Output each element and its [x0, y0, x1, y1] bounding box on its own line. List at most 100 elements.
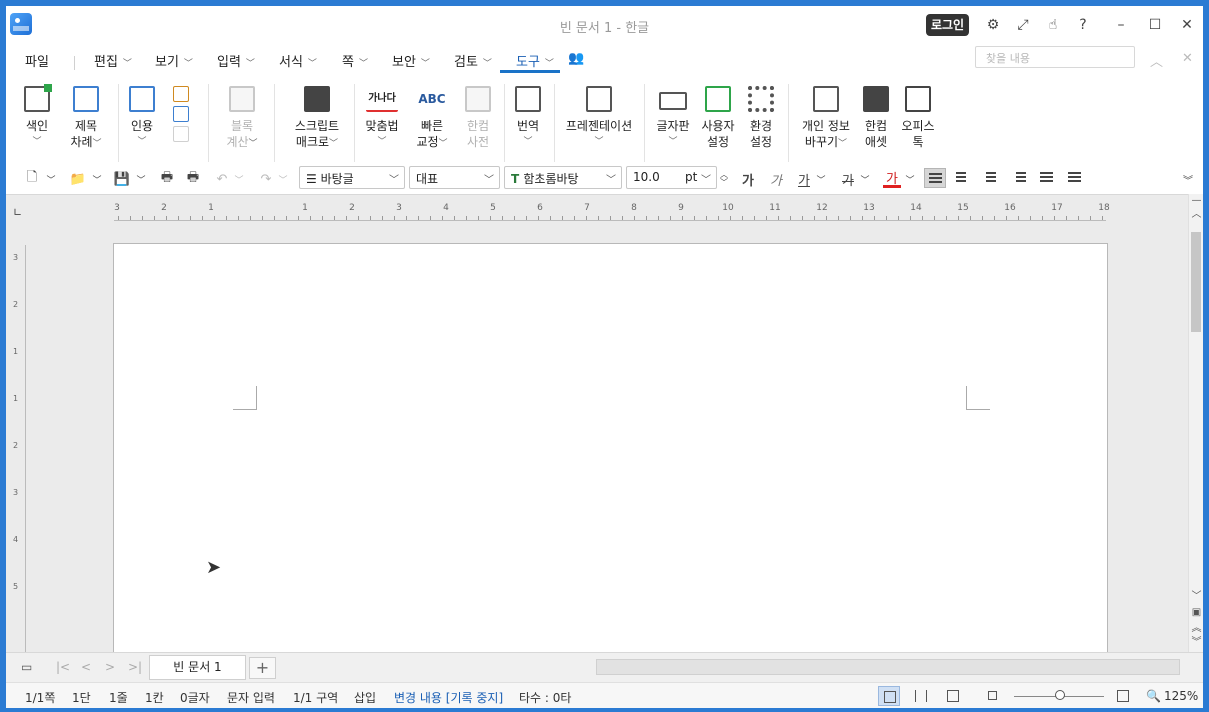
spellcheck-button[interactable]: 가나다 맞춤법 ﹀: [362, 86, 402, 150]
memo-icon[interactable]: ▭: [21, 660, 32, 674]
ribbon-close-icon[interactable]: ✕: [1182, 51, 1193, 66]
status-track-changes[interactable]: 변경 내용 [기록 중지]: [394, 689, 503, 706]
quick-correct-button[interactable]: ABC 빠른 교정﹀: [412, 86, 452, 152]
underline-dropdown-icon[interactable]: ﹀: [816, 170, 826, 188]
minimize-icon[interactable]: –: [1110, 14, 1132, 36]
menu-edit[interactable]: 편집 ﹀: [94, 51, 132, 70]
user-settings-button[interactable]: 사용자 설정: [700, 86, 736, 150]
new-dropdown-icon[interactable]: ﹀: [46, 170, 56, 188]
font-select[interactable]: T 함초롬바탕 ﹀: [504, 166, 622, 189]
index-button[interactable]: 색인 ﹀: [22, 84, 52, 150]
align-distribute-button[interactable]: [1036, 168, 1058, 188]
prev-page-icon[interactable]: ︽: [1189, 622, 1203, 636]
citation-button[interactable]: 인용 ﹀: [128, 86, 156, 150]
italic-button[interactable]: 가: [768, 170, 784, 189]
horizontal-ruler[interactable]: 3 2 1 1 2 3 4 5 6 7 8 9 10 11 12 13 14 15 16 17 18: [114, 203, 1110, 221]
next-page-icon[interactable]: ︾: [1189, 636, 1203, 650]
font-size-stepper[interactable]: ︿ ﹀: [718, 170, 730, 188]
view-full-button[interactable]: [942, 686, 964, 706]
login-button[interactable]: 로그인: [926, 14, 969, 36]
scroll-up-icon[interactable]: ︿: [1189, 208, 1203, 222]
keyboard-button[interactable]: 글자판 ﹀: [654, 86, 692, 150]
new-document-icon[interactable]: 🗋: [24, 170, 40, 188]
horizontal-scrollbar[interactable]: [596, 659, 1180, 675]
next-tab-icon[interactable]: >: [105, 660, 115, 674]
strikethrough-dropdown-icon[interactable]: ﹀: [860, 170, 870, 188]
fullscreen-expand-icon[interactable]: ⤢: [1012, 14, 1034, 36]
undo-icon[interactable]: ↶: [214, 170, 230, 188]
close-icon[interactable]: ✕: [1176, 14, 1198, 36]
font-color-button[interactable]: 가: [883, 170, 901, 188]
redo-icon[interactable]: ↷: [258, 170, 274, 188]
open-folder-icon[interactable]: 📁: [68, 170, 88, 188]
menu-view[interactable]: 보기 ﹀: [155, 51, 193, 70]
ruler-corner-icon[interactable]: ∟: [13, 206, 22, 219]
page-view-icon[interactable]: ▣: [1189, 606, 1203, 620]
citation-tools[interactable]: [164, 86, 198, 148]
view-page-button[interactable]: [878, 686, 900, 706]
vertical-scrollbar[interactable]: — ︿ ﹀ ▣ ︽ ︾: [1188, 194, 1203, 652]
scroll-down-icon[interactable]: ﹀: [1189, 590, 1203, 604]
share-people-icon[interactable]: 👥: [568, 51, 584, 66]
maximize-icon[interactable]: ☐: [1144, 14, 1166, 36]
menu-security[interactable]: 보안 ﹀: [392, 51, 430, 70]
ribbon-collapse-icon[interactable]: ︿: [1150, 51, 1163, 70]
menu-file[interactable]: 파일: [25, 51, 49, 70]
preferences-button[interactable]: 환경 설정: [744, 86, 778, 150]
find-input[interactable]: 찾을 내용: [975, 46, 1135, 68]
status-insert-mode[interactable]: 삽입: [354, 689, 376, 706]
menu-page[interactable]: 쪽 ﹀: [342, 51, 368, 70]
font-size-input[interactable]: 10.0 pt ﹀: [626, 166, 717, 189]
status-page[interactable]: 1/1쪽: [25, 689, 55, 706]
print-preview-icon[interactable]: 🖶: [184, 170, 202, 188]
touch-hand-icon[interactable]: ☝: [1042, 14, 1064, 36]
dictionary-button[interactable]: 한컴 사전: [460, 86, 496, 150]
menu-format[interactable]: 서식 ﹀: [279, 51, 317, 70]
style-select[interactable]: ☰ 바탕글 ﹀: [299, 166, 405, 189]
align-justify-button[interactable]: [924, 168, 946, 188]
language-select[interactable]: 대표 ﹀: [409, 166, 500, 189]
underline-button[interactable]: 가: [796, 170, 812, 189]
translate-button[interactable]: 번역 ﹀: [512, 86, 544, 150]
menu-tools[interactable]: 도구 ﹀: [516, 51, 554, 70]
align-split-button[interactable]: [1064, 168, 1086, 188]
undo-dropdown-icon[interactable]: ﹀: [234, 170, 244, 188]
align-left-button[interactable]: [952, 168, 974, 188]
zoom-level[interactable]: 125%: [1164, 689, 1198, 703]
vertical-ruler[interactable]: 3 2 1 1 2 3 4 5: [12, 245, 26, 652]
presentation-button[interactable]: 프레젠테이션 ﹀: [562, 86, 636, 150]
privacy-button[interactable]: 개인 정보 바꾸기﹀: [798, 86, 854, 152]
toc-button[interactable]: 제목 차례﹀: [66, 86, 106, 152]
print-icon[interactable]: 🖶: [158, 170, 176, 188]
bold-button[interactable]: 가: [740, 170, 756, 189]
prev-tab-icon[interactable]: <: [81, 660, 91, 674]
align-right-button[interactable]: [1008, 168, 1030, 188]
redo-dropdown-icon[interactable]: ﹀: [278, 170, 288, 188]
script-macro-button[interactable]: 스크립트 매크로﹀: [288, 86, 346, 152]
document-page[interactable]: [113, 243, 1108, 652]
asset-button[interactable]: 한컴 애셋: [860, 86, 892, 150]
zoom-search-icon[interactable]: 🔍: [1146, 689, 1161, 703]
office-talk-button[interactable]: 오피스 톡: [898, 86, 938, 150]
view-width-button[interactable]: [910, 686, 932, 706]
scroll-top-icon[interactable]: —: [1189, 194, 1203, 208]
strikethrough-button[interactable]: 가: [840, 170, 856, 189]
save-icon[interactable]: 💾: [114, 170, 130, 188]
zoom-slider-knob[interactable]: [1055, 690, 1065, 700]
block-calc-button[interactable]: 블록 계산﹀: [224, 86, 260, 152]
help-question-icon[interactable]: ?: [1072, 14, 1094, 36]
first-tab-icon[interactable]: |<: [56, 660, 70, 674]
view-fit-button[interactable]: [1112, 686, 1134, 706]
scroll-thumb[interactable]: [1191, 232, 1201, 332]
align-center-button[interactable]: [980, 168, 1002, 188]
toolbar-more-icon[interactable]: ︾: [1182, 170, 1194, 188]
save-dropdown-icon[interactable]: ﹀: [136, 170, 146, 188]
last-tab-icon[interactable]: >|: [128, 660, 142, 674]
menu-review[interactable]: 검토 ﹀: [454, 51, 492, 70]
menu-insert[interactable]: 입력 ﹀: [217, 51, 255, 70]
settings-gear-icon[interactable]: ⚙: [982, 14, 1004, 36]
add-tab-button[interactable]: +: [249, 657, 276, 679]
document-tab[interactable]: 빈 문서 1: [149, 655, 246, 680]
status-input-mode[interactable]: 문자 입력: [227, 689, 275, 706]
font-color-dropdown-icon[interactable]: ﹀: [905, 170, 915, 188]
